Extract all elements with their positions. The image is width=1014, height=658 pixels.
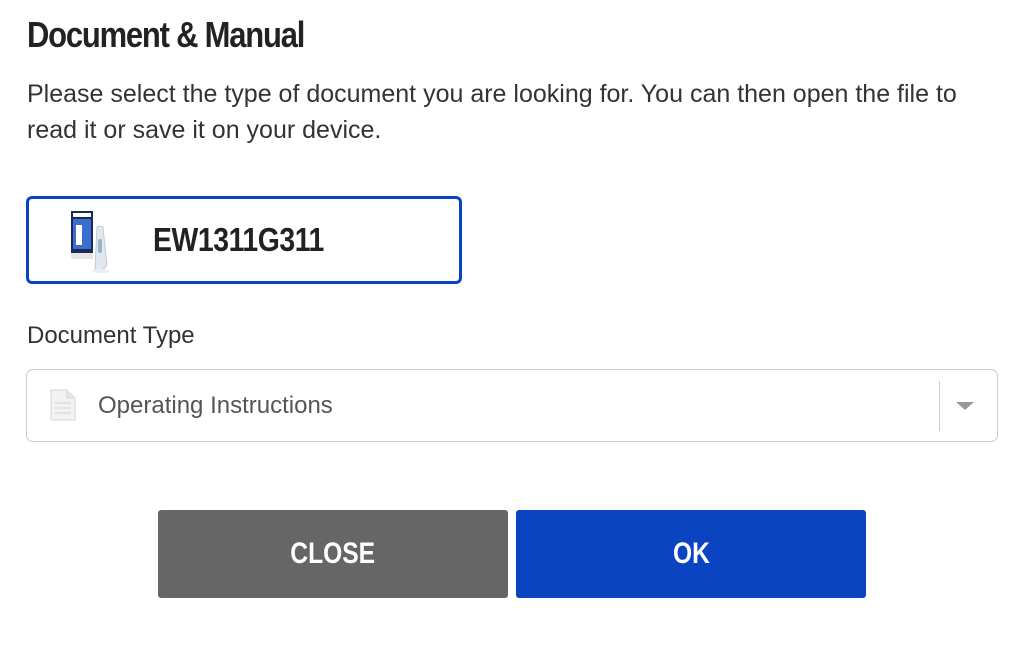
document-type-select[interactable]: Operating Instructions — [26, 369, 998, 442]
chevron-down-icon[interactable] — [956, 402, 974, 410]
select-divider — [939, 381, 940, 431]
document-manual-dialog: Document & Manual Please select the type… — [0, 0, 1014, 658]
ok-button[interactable]: OK — [516, 510, 866, 598]
document-type-value: Operating Instructions — [98, 392, 333, 419]
dialog-description: Please select the type of document you a… — [27, 80, 957, 144]
product-card[interactable]: EW1311G311 — [26, 196, 462, 284]
document-type-label: Document Type — [27, 322, 195, 349]
document-icon — [50, 389, 76, 421]
close-button[interactable]: CLOSE — [158, 510, 508, 598]
product-box-icon — [71, 211, 110, 273]
dialog-title: Document & Manual — [27, 14, 305, 55]
product-model: EW1311G311 — [153, 221, 324, 258]
